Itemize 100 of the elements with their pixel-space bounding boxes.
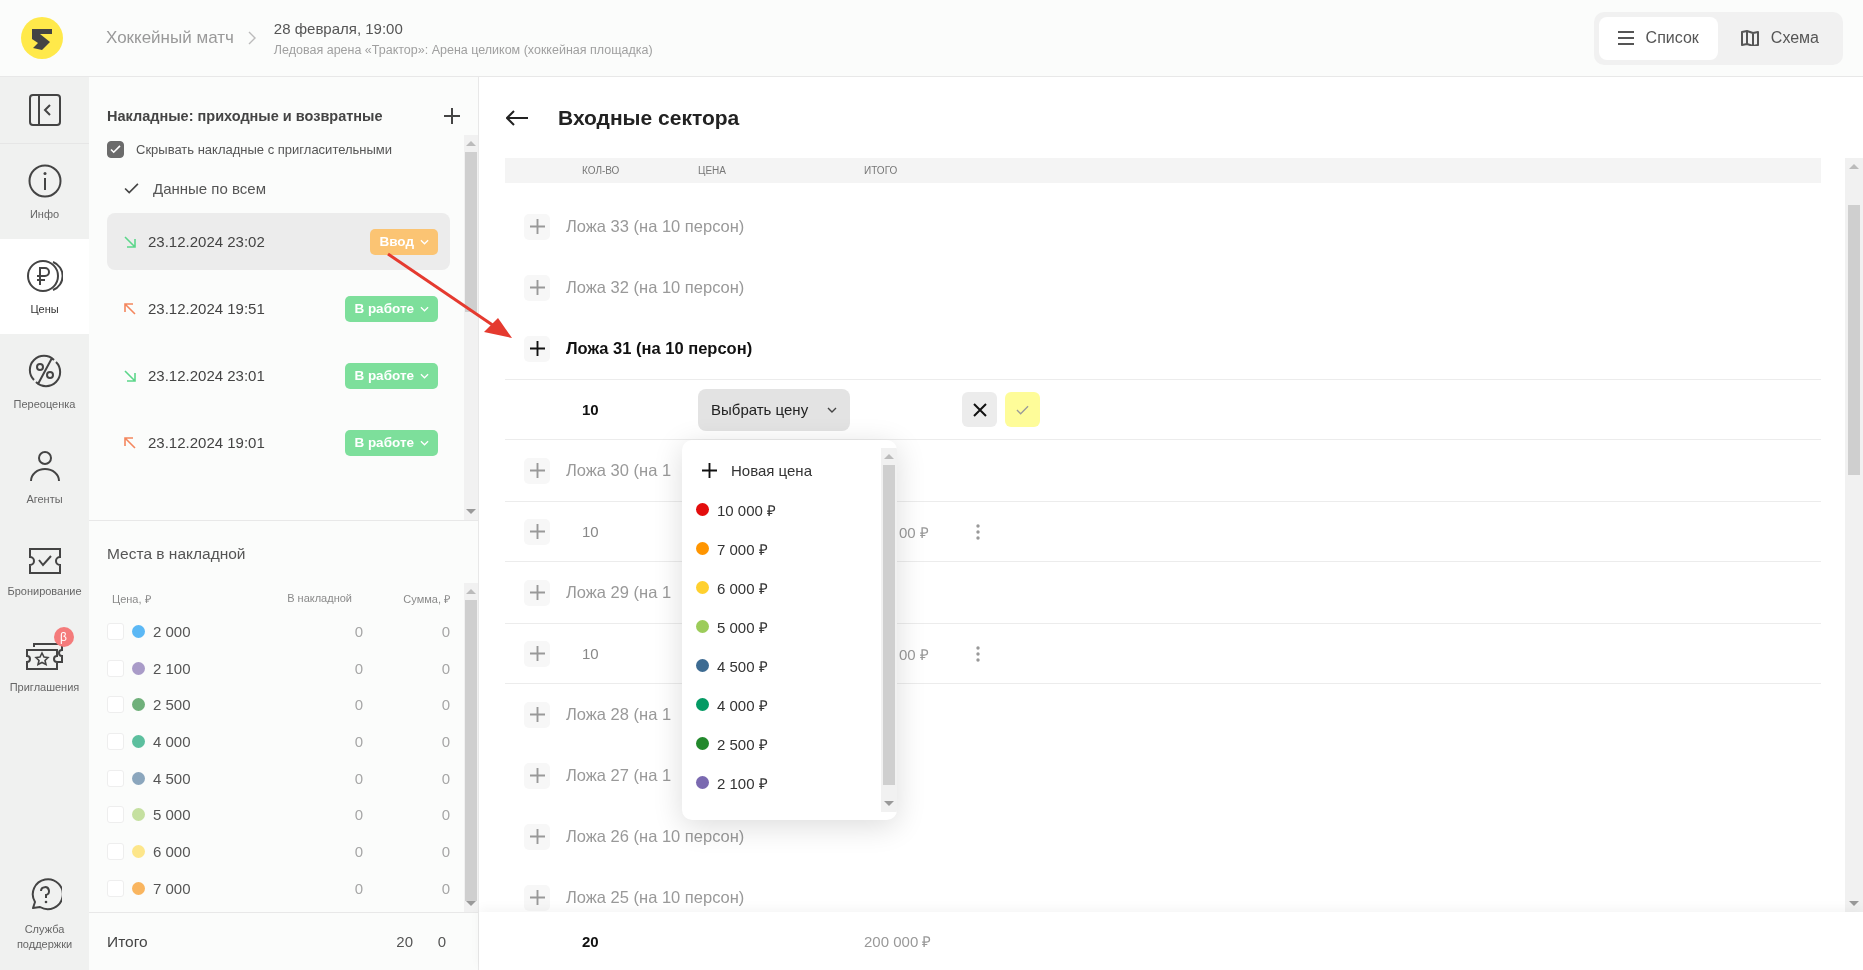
event-date: 28 февраля, 19:00 [273, 19, 404, 37]
sidebar-collapse-icon [28, 94, 61, 126]
price-option[interactable]: 10 000 ₽ [696, 490, 777, 529]
add-button[interactable] [444, 108, 460, 124]
all-data-item[interactable]: Данные по всем [107, 163, 266, 213]
invoice-date: 23.12.2024 19:51 [148, 300, 265, 317]
arrow-up-left-icon [124, 436, 136, 449]
plus-icon [702, 462, 717, 478]
scrollbar[interactable] [1845, 158, 1863, 912]
support-button[interactable]: Служба поддержки [0, 860, 89, 970]
nav-item[interactable]: β Приглашения [0, 619, 89, 714]
nav-item[interactable]: Агенты [0, 429, 89, 524]
price-text: 4 000 ₽ [717, 695, 768, 715]
column-header: В накладной [286, 592, 352, 604]
nav-item[interactable]: Переоценка [0, 334, 89, 429]
price-text: 4 000 [153, 732, 192, 750]
caret-icon [420, 238, 429, 245]
table-cell-text: 0 [353, 879, 363, 897]
view-tab[interactable]: Список [1598, 16, 1718, 60]
invoice-item[interactable]: 23.12.2024 23:02 Ввод [107, 213, 450, 270]
plus-icon [529, 768, 545, 783]
plus-icon [529, 219, 545, 234]
invoice-item[interactable]: 23.12.2024 19:01 В работе [107, 414, 450, 471]
nav-item[interactable]: Инфо [0, 144, 89, 239]
new-price-item[interactable]: Новая цена [696, 450, 812, 490]
plus-icon [529, 707, 545, 722]
caret-icon [420, 305, 429, 312]
view-tab[interactable]: Схема [1721, 16, 1838, 60]
plus-icon [529, 463, 545, 478]
price-text: 7 000 ₽ [717, 539, 768, 559]
price-select[interactable]: Выбрать цену [698, 388, 850, 431]
table-cell-text: 0 [353, 659, 363, 677]
plus-icon [529, 280, 545, 295]
table-cell-text: 0 [353, 696, 363, 714]
price-text: 7 000 [153, 879, 192, 897]
arrow-down-right-icon [124, 235, 136, 248]
column-header: КОЛ-ВО [582, 165, 621, 176]
plus-icon [529, 890, 545, 905]
chevron-icon [247, 31, 256, 45]
percent-icon [27, 353, 62, 388]
caret-icon [827, 406, 837, 413]
quantity-cell-text: 10 [582, 645, 600, 662]
column-header: Цена, ₽ [112, 591, 152, 606]
table-cell-text: 0 [440, 659, 450, 677]
sector-label: Ложа 32 (на 10 персон) [566, 278, 745, 297]
price-text: 6 000 [153, 842, 192, 860]
checkbox-label: Скрывать накладные с пригласительными [136, 141, 393, 157]
scrollbar[interactable] [464, 135, 478, 520]
caret-icon [420, 439, 429, 446]
price-option[interactable]: 5 000 ₽ [696, 607, 768, 646]
total-sum: 0 [436, 933, 446, 950]
price-text: 6 000 ₽ [717, 578, 768, 598]
price-option[interactable]: 7 000 ₽ [696, 529, 768, 568]
scrollbar[interactable] [464, 583, 478, 912]
total-quantity: 20 [582, 932, 600, 950]
price-text: 2 100 ₽ [717, 773, 768, 793]
venue-text: Ледовая арена «Трактор»: Арена целиком (хоккейная площадка) [273, 42, 653, 57]
table-cell-text: 0 [353, 806, 363, 824]
plus-icon [529, 829, 545, 844]
check-icon [1016, 404, 1029, 415]
invoice-item[interactable]: 23.12.2024 23:01 В работе [107, 347, 450, 404]
map-icon [1740, 30, 1759, 46]
price-option[interactable]: 6 000 ₽ [696, 568, 768, 607]
beta-badge: β [53, 626, 74, 647]
back-button[interactable] [506, 109, 528, 126]
price-text: 2 000 [153, 622, 192, 640]
cancel-button[interactable] [962, 392, 997, 427]
check-icon [110, 144, 121, 154]
total-amount: 200 000 ₽ [864, 932, 933, 951]
invoice-date: 23.12.2024 23:02 [148, 233, 265, 250]
price-option[interactable]: 4 000 ₽ [696, 685, 768, 724]
quantity-cell-text: 10 [582, 401, 600, 418]
plus-icon [529, 646, 545, 661]
expand-button[interactable] [524, 335, 550, 362]
arrow-up-left-icon [124, 302, 136, 315]
table-cell-text: 0 [440, 732, 450, 750]
scrollbar[interactable] [881, 448, 897, 812]
sector-label: Ложа 27 (на 1 [566, 766, 672, 785]
invoice-item[interactable]: 23.12.2024 19:51 В работе [107, 280, 450, 337]
sector-label: Ложа 28 (на 1 [566, 705, 672, 724]
plus-icon [529, 524, 545, 539]
price-text: 5 000 [153, 806, 192, 824]
back-arrow-icon [506, 109, 528, 126]
plus-icon [444, 108, 460, 124]
invoice-date: 23.12.2024 19:01 [148, 434, 265, 451]
nav-item[interactable]: Цены [0, 239, 89, 334]
nav-item[interactable]: Бронирование [0, 524, 89, 619]
plus-icon [529, 585, 545, 600]
price-option[interactable]: 2 500 ₽ [696, 724, 768, 763]
section-title: Места в накладной [106, 544, 247, 564]
price-option[interactable]: 2 100 ₽ [696, 763, 768, 802]
logo-icon [20, 16, 64, 60]
quantity-cell-text: 10 [582, 523, 600, 540]
checkbox[interactable] [107, 140, 124, 158]
ticket-check-icon [27, 546, 62, 575]
sector-label: Ложа 31 (на 10 персон) [566, 339, 753, 358]
table-cell-text: 0 [353, 769, 363, 787]
arrow-down-right-icon [124, 369, 136, 382]
price-option[interactable]: 4 500 ₽ [696, 646, 768, 685]
column-header: ЦЕНА [698, 165, 727, 176]
